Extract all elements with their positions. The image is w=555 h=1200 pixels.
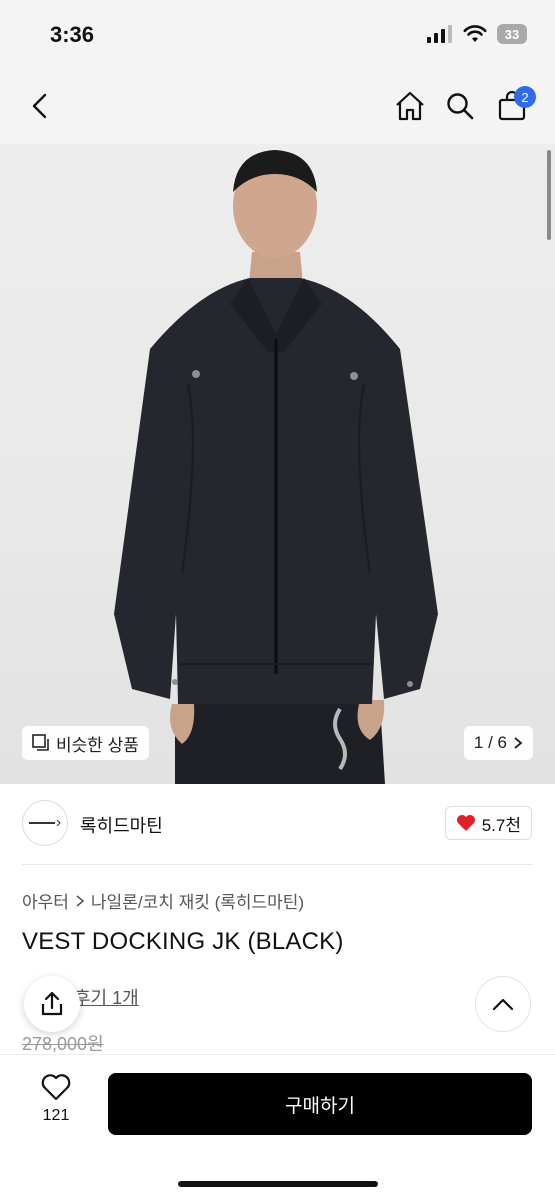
search-icon [447,93,474,120]
nav-bar: 2 [0,72,555,144]
shop-name[interactable]: 록히드마틴 [80,812,163,838]
status-time: 3:36 [50,22,95,47]
share-icon [41,991,63,1016]
similar-products-label: 비슷한 상품 [56,735,139,755]
wifi-icon [463,25,487,42]
home-icon [396,91,424,121]
shop-like-count: 5.7천 [481,815,521,835]
cart-count-badge: 2 [514,86,536,108]
wishlist-button[interactable]: 121 [30,1073,82,1137]
image-pagination[interactable]: 1 / 6 [463,726,533,760]
scroll-top-button[interactable] [475,976,531,1032]
review-link[interactable]: 후기 1개 [74,984,139,1010]
shop-logo-mark [29,820,61,826]
product-title: VEST DOCKING JK (BLACK) [22,928,344,955]
copy-icon [32,734,49,751]
heart-filled-icon [456,815,475,831]
shop-like-button[interactable]: 5.7천 [444,806,532,840]
back-arrow-icon [32,93,47,119]
original-price: 278,000원 [22,1034,104,1054]
status-bar: 3:36 33 [0,0,555,72]
wishlist-count: 121 [42,1107,70,1124]
breadcrumb: 아우터 나일론/코치 재킷 (록히드마틴) [22,888,304,913]
chevron-right-icon [514,737,523,749]
cart-button[interactable]: 2 [490,84,536,128]
breadcrumb-item[interactable]: 아우터 [22,888,69,913]
shop-logo[interactable] [22,800,68,846]
heart-outline-icon [41,1074,71,1101]
shop-row: 록히드마틴 5.7천 [22,800,532,850]
status-icons: 33 [427,24,527,44]
battery-icon: 33 [497,24,527,44]
product-photo [114,150,438,784]
pagination-text: 1 / 6 [473,733,507,752]
breadcrumb-item[interactable]: 나일론/코치 재킷 (록히드마틴) [91,888,304,913]
signal-icon [427,25,452,43]
scroll-indicator [547,150,551,240]
search-button[interactable] [438,84,482,128]
share-button[interactable] [24,976,80,1032]
product-image[interactable]: 비슷한 상품 1 / 6 [0,144,555,784]
divider [22,864,533,865]
chevron-up-icon [492,998,514,1011]
bottom-bar: 121 구매하기 [0,1054,555,1200]
similar-products-button[interactable]: 비슷한 상품 [22,726,149,760]
chevron-right-icon [76,894,85,907]
back-button[interactable] [18,84,62,128]
buy-button[interactable]: 구매하기 [108,1073,532,1135]
home-indicator [178,1181,378,1187]
home-button[interactable] [388,84,432,128]
